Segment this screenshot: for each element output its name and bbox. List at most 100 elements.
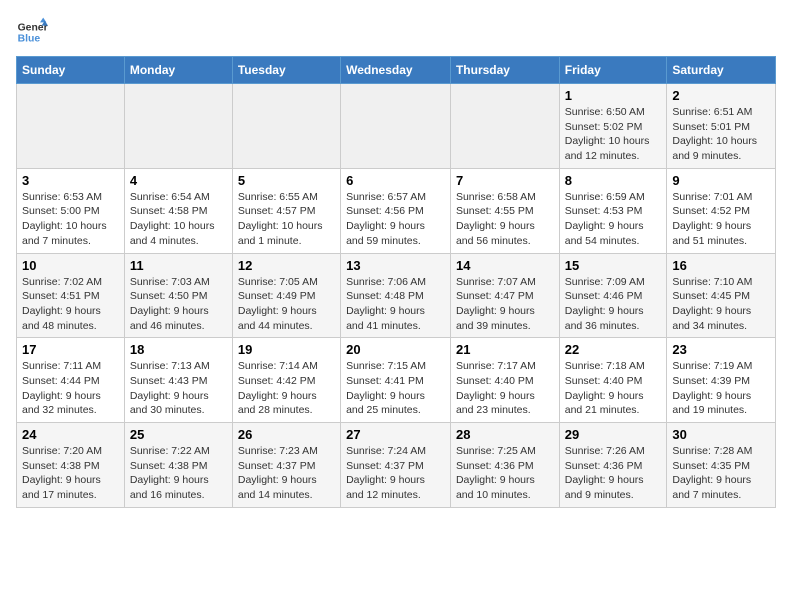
day-number: 21 [456,342,554,357]
calendar-cell: 27Sunrise: 7:24 AM Sunset: 4:37 PM Dayli… [341,423,451,508]
day-detail: Sunrise: 7:13 AM Sunset: 4:43 PM Dayligh… [130,359,227,418]
day-detail: Sunrise: 7:20 AM Sunset: 4:38 PM Dayligh… [22,444,119,503]
day-number: 9 [672,173,770,188]
day-detail: Sunrise: 6:53 AM Sunset: 5:00 PM Dayligh… [22,190,119,249]
calendar-cell: 16Sunrise: 7:10 AM Sunset: 4:45 PM Dayli… [667,253,776,338]
day-number: 17 [22,342,119,357]
day-number: 25 [130,427,227,442]
logo: General Blue [16,16,48,48]
calendar-header: SundayMondayTuesdayWednesdayThursdayFrid… [17,57,776,84]
day-number: 29 [565,427,662,442]
day-number: 27 [346,427,445,442]
calendar-cell: 21 Sunrise: 7:17 AM Sunset: 4:40 PM Dayli… [450,338,559,423]
calendar-week-3: 10 Sunrise: 7:02 AM Sunset: 4:51 PM Dayli… [17,253,776,338]
calendar-week-4: 17 Sunrise: 7:11 AM Sunset: 4:44 PM Dayli… [17,338,776,423]
calendar-cell: 8Sunrise: 6:59 AM Sunset: 4:53 PM Daylig… [559,168,667,253]
calendar-cell [17,84,125,169]
weekday-header-tuesday: Tuesday [232,57,340,84]
day-detail: Sunrise: 6:54 AM Sunset: 4:58 PM Dayligh… [130,190,227,249]
day-detail: Sunrise: 7:05 AM Sunset: 4:49 PM Dayligh… [238,275,335,334]
day-number: 23 [672,342,770,357]
calendar-cell: 19 Sunrise: 7:14 AM Sunset: 4:42 PM Dayli… [232,338,340,423]
day-number: 14 [456,258,554,273]
weekday-header-monday: Monday [124,57,232,84]
day-number: 11 [130,258,227,273]
day-detail: Sunrise: 7:25 AM Sunset: 4:36 PM Dayligh… [456,444,554,503]
day-detail: Sunrise: 7:01 AM Sunset: 4:52 PM Dayligh… [672,190,770,249]
calendar-cell: 23 Sunrise: 7:19 AM Sunset: 4:39 PM Dayli… [667,338,776,423]
calendar-cell: 12 Sunrise: 7:05 AM Sunset: 4:49 PM Dayli… [232,253,340,338]
calendar-cell [232,84,340,169]
calendar-cell: 2 Sunrise: 6:51 AM Sunset: 5:01 PM Daylig… [667,84,776,169]
calendar-week-2: 3 Sunrise: 6:53 AM Sunset: 5:00 PM Daylig… [17,168,776,253]
calendar-cell: 26 Sunrise: 7:23 AM Sunset: 4:37 PM Dayli… [232,423,340,508]
day-detail: Sunrise: 7:26 AM Sunset: 4:36 PM Dayligh… [565,444,662,503]
day-number: 3 [22,173,119,188]
calendar-cell: 7Sunrise: 6:58 AM Sunset: 4:55 PM Daylig… [450,168,559,253]
weekday-header-thursday: Thursday [450,57,559,84]
day-detail: Sunrise: 7:14 AM Sunset: 4:42 PM Dayligh… [238,359,335,418]
calendar-table: SundayMondayTuesdayWednesdayThursdayFrid… [16,56,776,508]
day-detail: Sunrise: 7:23 AM Sunset: 4:37 PM Dayligh… [238,444,335,503]
day-number: 15 [565,258,662,273]
day-detail: Sunrise: 6:57 AM Sunset: 4:56 PM Dayligh… [346,190,445,249]
day-detail: Sunrise: 7:11 AM Sunset: 4:44 PM Dayligh… [22,359,119,418]
calendar-cell: 28 Sunrise: 7:25 AM Sunset: 4:36 PM Dayli… [450,423,559,508]
day-number: 20 [346,342,445,357]
calendar-cell: 11 Sunrise: 7:03 AM Sunset: 4:50 PM Dayli… [124,253,232,338]
calendar-cell: 29 Sunrise: 7:26 AM Sunset: 4:36 PM Dayli… [559,423,667,508]
calendar-cell: 15Sunrise: 7:09 AM Sunset: 4:46 PM Dayli… [559,253,667,338]
day-detail: Sunrise: 7:03 AM Sunset: 4:50 PM Dayligh… [130,275,227,334]
day-detail: Sunrise: 6:55 AM Sunset: 4:57 PM Dayligh… [238,190,335,249]
logo-icon: General Blue [16,16,48,48]
day-detail: Sunrise: 7:22 AM Sunset: 4:38 PM Dayligh… [130,444,227,503]
day-detail: Sunrise: 6:51 AM Sunset: 5:01 PM Dayligh… [672,105,770,164]
day-detail: Sunrise: 7:28 AM Sunset: 4:35 PM Dayligh… [672,444,770,503]
calendar-week-5: 24 Sunrise: 7:20 AM Sunset: 4:38 PM Dayli… [17,423,776,508]
day-detail: Sunrise: 7:19 AM Sunset: 4:39 PM Dayligh… [672,359,770,418]
calendar-cell [450,84,559,169]
day-number: 12 [238,258,335,273]
weekday-header-wednesday: Wednesday [341,57,451,84]
calendar-cell: 30Sunrise: 7:28 AM Sunset: 4:35 PM Dayli… [667,423,776,508]
day-detail: Sunrise: 6:58 AM Sunset: 4:55 PM Dayligh… [456,190,554,249]
day-number: 26 [238,427,335,442]
day-number: 4 [130,173,227,188]
day-number: 24 [22,427,119,442]
calendar-cell: 17 Sunrise: 7:11 AM Sunset: 4:44 PM Dayli… [17,338,125,423]
calendar-week-1: 1Sunrise: 6:50 AM Sunset: 5:02 PM Daylig… [17,84,776,169]
calendar-cell [124,84,232,169]
calendar-cell: 14 Sunrise: 7:07 AM Sunset: 4:47 PM Dayli… [450,253,559,338]
calendar-cell: 9 Sunrise: 7:01 AM Sunset: 4:52 PM Daylig… [667,168,776,253]
day-detail: Sunrise: 7:18 AM Sunset: 4:40 PM Dayligh… [565,359,662,418]
day-number: 28 [456,427,554,442]
day-detail: Sunrise: 7:15 AM Sunset: 4:41 PM Dayligh… [346,359,445,418]
day-number: 8 [565,173,662,188]
weekday-header-sunday: Sunday [17,57,125,84]
calendar-cell: 1Sunrise: 6:50 AM Sunset: 5:02 PM Daylig… [559,84,667,169]
day-number: 19 [238,342,335,357]
calendar-cell: 10 Sunrise: 7:02 AM Sunset: 4:51 PM Dayli… [17,253,125,338]
day-detail: Sunrise: 7:17 AM Sunset: 4:40 PM Dayligh… [456,359,554,418]
calendar-cell: 18Sunrise: 7:13 AM Sunset: 4:43 PM Dayli… [124,338,232,423]
day-number: 6 [346,173,445,188]
calendar-cell: 3 Sunrise: 6:53 AM Sunset: 5:00 PM Daylig… [17,168,125,253]
day-detail: Sunrise: 6:50 AM Sunset: 5:02 PM Dayligh… [565,105,662,164]
calendar-cell [341,84,451,169]
day-number: 10 [22,258,119,273]
weekday-header-friday: Friday [559,57,667,84]
day-number: 5 [238,173,335,188]
day-detail: Sunrise: 7:06 AM Sunset: 4:48 PM Dayligh… [346,275,445,334]
calendar-cell: 6 Sunrise: 6:57 AM Sunset: 4:56 PM Daylig… [341,168,451,253]
calendar-cell: 22 Sunrise: 7:18 AM Sunset: 4:40 PM Dayli… [559,338,667,423]
calendar-cell: 4 Sunrise: 6:54 AM Sunset: 4:58 PM Daylig… [124,168,232,253]
svg-text:Blue: Blue [18,34,41,45]
day-number: 13 [346,258,445,273]
day-number: 2 [672,88,770,103]
calendar-cell: 5 Sunrise: 6:55 AM Sunset: 4:57 PM Daylig… [232,168,340,253]
calendar-cell: 13 Sunrise: 7:06 AM Sunset: 4:48 PM Dayli… [341,253,451,338]
day-detail: Sunrise: 7:07 AM Sunset: 4:47 PM Dayligh… [456,275,554,334]
calendar-body: 1Sunrise: 6:50 AM Sunset: 5:02 PM Daylig… [17,84,776,508]
day-number: 22 [565,342,662,357]
day-detail: Sunrise: 7:02 AM Sunset: 4:51 PM Dayligh… [22,275,119,334]
